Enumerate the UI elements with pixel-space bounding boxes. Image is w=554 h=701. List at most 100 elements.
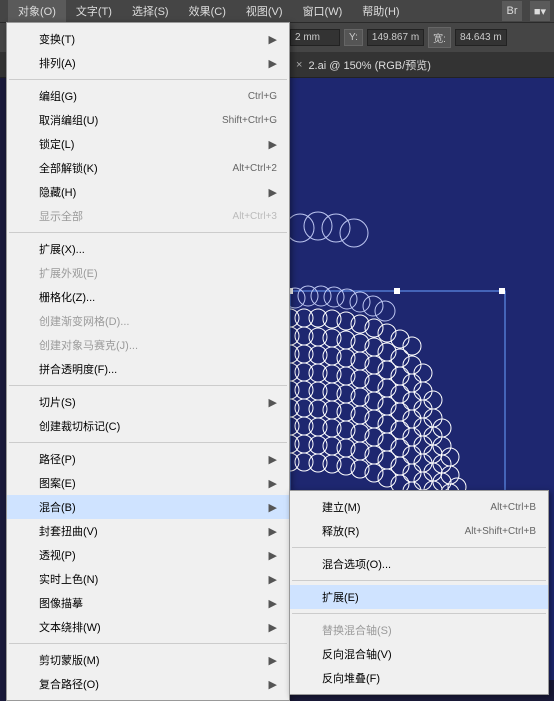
obj-label-8: 显示全部 (39, 208, 233, 224)
menu-6[interactable]: 帮助(H) (352, 0, 409, 22)
close-icon[interactable]: × (296, 59, 302, 71)
x-value[interactable]: 2 mm (290, 29, 340, 46)
toolbar-icon-1[interactable]: ■▾ (530, 1, 550, 21)
obj-shortcut-6: Alt+Ctrl+2 (233, 163, 277, 174)
chevron-right-icon: ▶ (269, 549, 277, 562)
obj-sep-19 (9, 442, 287, 443)
chevron-right-icon: ▶ (269, 33, 277, 46)
chevron-right-icon: ▶ (269, 654, 277, 667)
menu-4[interactable]: 视图(V) (236, 0, 293, 22)
obj-item-5[interactable]: 锁定(L)▶ (7, 132, 289, 156)
obj-shortcut-4: Shift+Ctrl+G (222, 115, 277, 126)
obj-item-7[interactable]: 隐藏(H)▶ (7, 180, 289, 204)
w-value[interactable]: 84.643 m (455, 29, 507, 46)
chevron-right-icon: ▶ (269, 186, 277, 199)
chevron-right-icon: ▶ (269, 396, 277, 409)
obj-item-1[interactable]: 排列(A) ▶ (7, 51, 289, 75)
obj-item-18[interactable]: 创建裁切标记(C) (7, 414, 289, 438)
menu-3[interactable]: 效果(C) (179, 0, 236, 22)
obj-item-6[interactable]: 全部解锁(K)Alt+Ctrl+2 (7, 156, 289, 180)
obj-label-22: 混合(B) (39, 499, 263, 515)
obj-sep-16 (9, 385, 287, 386)
blend-sep-2 (292, 547, 546, 548)
blend-item-0[interactable]: 建立(M)Alt+Ctrl+B (290, 495, 548, 519)
obj-item-3[interactable]: 编组(G)Ctrl+G (7, 84, 289, 108)
w-label: 宽: (428, 27, 451, 48)
chevron-right-icon: ▶ (269, 477, 277, 490)
menu-2[interactable]: 选择(S) (122, 0, 179, 22)
blend-item-9[interactable]: 反向堆叠(F) (290, 666, 548, 690)
obj-item-20[interactable]: 路径(P)▶ (7, 447, 289, 471)
menu-1[interactable]: 文字(T) (66, 0, 122, 22)
toolbar-icon-0[interactable]: Br (502, 1, 522, 21)
obj-item-29[interactable]: 剪切蒙版(M) ▶ (7, 648, 289, 672)
obj-label-3: 编组(G) (39, 88, 248, 104)
obj-label-14: 创建对象马赛克(J)... (39, 337, 277, 353)
obj-item-11: 扩展外观(E) (7, 261, 289, 285)
obj-item-27[interactable]: 文本绕排(W) ▶ (7, 615, 289, 639)
obj-label-25: 实时上色(N) (39, 571, 263, 587)
y-value[interactable]: 149.867 m (367, 29, 424, 46)
obj-label-15: 拼合透明度(F)... (39, 361, 277, 377)
obj-label-29: 剪切蒙版(M) (39, 652, 263, 668)
obj-item-12[interactable]: 栅格化(Z)... (7, 285, 289, 309)
obj-item-10[interactable]: 扩展(X)... (7, 237, 289, 261)
blend-shortcut-1: Alt+Shift+Ctrl+B (465, 526, 536, 537)
blend-item-3[interactable]: 混合选项(O)... (290, 552, 548, 576)
tab-title[interactable]: 2.ai @ 150% (RGB/预览) (308, 57, 430, 73)
blend-sep-4 (292, 580, 546, 581)
obj-sep-9 (9, 232, 287, 233)
obj-label-6: 全部解锁(K) (39, 160, 233, 176)
obj-label-26: 图像描摹 (39, 595, 263, 611)
blend-sep-6 (292, 613, 546, 614)
menubar: 对象(O)文字(T)选择(S)效果(C)视图(V)窗口(W)帮助(H) Br ■▾ (0, 0, 554, 22)
chevron-right-icon: ▶ (269, 597, 277, 610)
blend-label-9: 反向堆叠(F) (322, 670, 536, 686)
obj-item-24[interactable]: 透视(P)▶ (7, 543, 289, 567)
obj-shortcut-8: Alt+Ctrl+3 (233, 211, 277, 222)
chevron-right-icon: ▶ (269, 57, 277, 70)
menu-0[interactable]: 对象(O) (8, 0, 66, 22)
obj-label-1: 排列(A) (39, 55, 263, 71)
chevron-right-icon: ▶ (269, 453, 277, 466)
blend-label-5: 扩展(E) (322, 589, 536, 605)
obj-item-22[interactable]: 混合(B) ▶ (7, 495, 289, 519)
obj-item-13: 创建渐变网格(D)... (7, 309, 289, 333)
chevron-right-icon: ▶ (269, 525, 277, 538)
obj-item-4[interactable]: 取消编组(U)Shift+Ctrl+G (7, 108, 289, 132)
chevron-right-icon: ▶ (269, 621, 277, 634)
obj-label-0: 变换(T) (39, 31, 263, 47)
obj-item-30[interactable]: 复合路径(O)▶ (7, 672, 289, 696)
blend-label-7: 替换混合轴(S) (322, 622, 536, 638)
obj-item-15[interactable]: 拼合透明度(F)... (7, 357, 289, 381)
obj-label-5: 锁定(L) (39, 136, 263, 152)
obj-shortcut-3: Ctrl+G (248, 91, 277, 102)
obj-item-14: 创建对象马赛克(J)... (7, 333, 289, 357)
obj-item-23[interactable]: 封套扭曲(V) ▶ (7, 519, 289, 543)
blend-shortcut-0: Alt+Ctrl+B (490, 502, 536, 513)
obj-label-18: 创建裁切标记(C) (39, 418, 277, 434)
obj-label-23: 封套扭曲(V) (39, 523, 263, 539)
menu-5[interactable]: 窗口(W) (293, 0, 353, 22)
obj-item-8: 显示全部Alt+Ctrl+3 (7, 204, 289, 228)
obj-label-10: 扩展(X)... (39, 241, 277, 257)
obj-label-12: 栅格化(Z)... (39, 289, 277, 305)
obj-item-17[interactable]: 切片(S)▶ (7, 390, 289, 414)
obj-item-25[interactable]: 实时上色(N)▶ (7, 567, 289, 591)
blend-item-8[interactable]: 反向混合轴(V) (290, 642, 548, 666)
blend-submenu: 建立(M)Alt+Ctrl+B释放(R)Alt+Shift+Ctrl+B混合选项… (289, 490, 549, 695)
obj-item-0[interactable]: 变换(T) ▶ (7, 27, 289, 51)
chevron-right-icon: ▶ (269, 501, 277, 514)
obj-item-26[interactable]: 图像描摹 ▶ (7, 591, 289, 615)
blend-label-1: 释放(R) (322, 523, 465, 539)
obj-label-27: 文本绕排(W) (39, 619, 263, 635)
blend-item-1[interactable]: 释放(R)Alt+Shift+Ctrl+B (290, 519, 548, 543)
obj-sep-28 (9, 643, 287, 644)
obj-sep-2 (9, 79, 287, 80)
obj-label-4: 取消编组(U) (39, 112, 222, 128)
object-menu: 变换(T)▶排列(A)▶编组(G)Ctrl+G取消编组(U)Shift+Ctrl… (6, 22, 290, 701)
obj-item-21[interactable]: 图案(E)▶ (7, 471, 289, 495)
blend-label-3: 混合选项(O)... (322, 556, 536, 572)
blend-item-5[interactable]: 扩展(E) (290, 585, 548, 609)
obj-label-11: 扩展外观(E) (39, 265, 277, 281)
